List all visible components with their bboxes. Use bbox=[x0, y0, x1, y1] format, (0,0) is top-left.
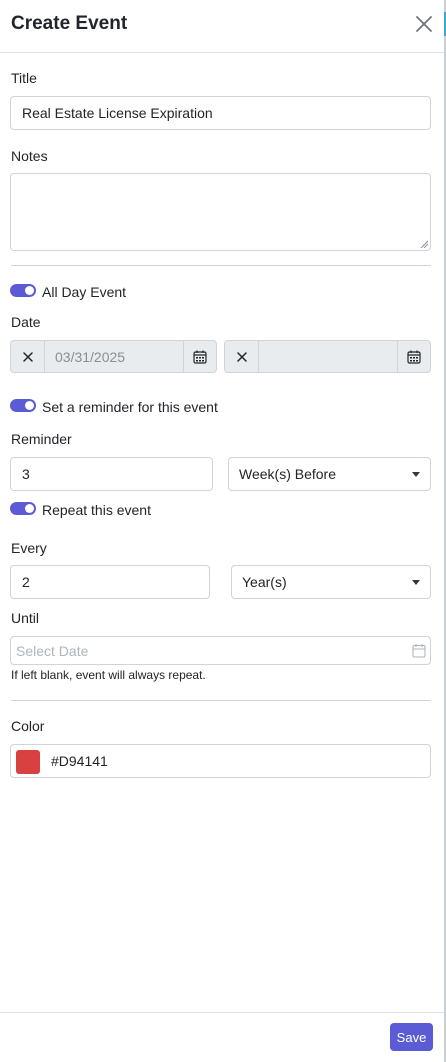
end-date-clear-button[interactable] bbox=[225, 341, 259, 372]
end-date-calendar-button[interactable] bbox=[397, 341, 430, 372]
close-button[interactable] bbox=[414, 14, 434, 34]
all-day-toggle[interactable] bbox=[10, 284, 36, 297]
start-date-value: 03/31/2025 bbox=[55, 348, 126, 365]
reminder-toggle-label: Set a reminder for this event bbox=[42, 399, 218, 415]
date-label: Date bbox=[11, 314, 41, 330]
clear-icon bbox=[22, 351, 33, 362]
notes-textarea[interactable] bbox=[10, 173, 431, 251]
until-placeholder: Select Date bbox=[16, 642, 89, 659]
until-date-input[interactable]: Select Date bbox=[10, 636, 431, 665]
toggle-knob bbox=[25, 401, 34, 410]
end-date-input[interactable] bbox=[259, 341, 397, 372]
reminder-label: Reminder bbox=[11, 431, 72, 447]
calendar-icon bbox=[407, 350, 421, 364]
every-amount-input[interactable]: 2 bbox=[10, 565, 210, 599]
notes-label: Notes bbox=[11, 148, 48, 164]
color-label: Color bbox=[11, 718, 45, 734]
start-date-picker: 03/31/2025 bbox=[10, 340, 217, 373]
toggle-knob bbox=[25, 286, 34, 295]
clear-icon bbox=[236, 351, 247, 362]
title-label: Title bbox=[11, 70, 37, 86]
until-label: Until bbox=[11, 610, 40, 626]
panel-footer: Save bbox=[0, 1012, 444, 1062]
chevron-down-icon bbox=[412, 472, 420, 477]
color-swatch[interactable] bbox=[16, 750, 40, 774]
start-date-input[interactable]: 03/31/2025 bbox=[45, 341, 183, 372]
resize-handle-icon[interactable] bbox=[420, 240, 428, 248]
title-input[interactable]: Real Estate License Expiration bbox=[10, 96, 431, 130]
reminder-unit-select[interactable]: Week(s) Before bbox=[228, 457, 431, 491]
divider bbox=[11, 265, 431, 266]
toggle-knob bbox=[25, 504, 34, 513]
calendar-icon[interactable] bbox=[412, 643, 426, 658]
repeat-toggle[interactable] bbox=[10, 502, 36, 515]
every-unit-select[interactable]: Year(s) bbox=[231, 565, 431, 599]
color-hex-value: #D94141 bbox=[51, 753, 108, 769]
color-picker-field[interactable]: #D94141 bbox=[10, 744, 431, 778]
every-amount-value: 2 bbox=[22, 574, 30, 590]
every-unit-value: Year(s) bbox=[242, 574, 287, 590]
reminder-toggle[interactable] bbox=[10, 399, 36, 412]
divider bbox=[11, 700, 431, 701]
close-icon bbox=[416, 16, 432, 32]
title-input-value: Real Estate License Expiration bbox=[22, 105, 213, 121]
end-date-picker bbox=[224, 340, 431, 373]
until-hint: If left blank, event will always repeat. bbox=[11, 668, 206, 682]
reminder-unit-value: Week(s) Before bbox=[239, 466, 336, 482]
all-day-label: All Day Event bbox=[42, 284, 127, 300]
every-label: Every bbox=[11, 540, 47, 556]
start-date-clear-button[interactable] bbox=[11, 341, 45, 372]
chevron-down-icon bbox=[412, 580, 420, 585]
repeat-toggle-label: Repeat this event bbox=[42, 502, 151, 518]
reminder-amount-input[interactable]: 3 bbox=[10, 457, 213, 491]
page-title: Create Event bbox=[11, 13, 128, 34]
start-date-calendar-button[interactable] bbox=[183, 341, 216, 372]
panel-header: Create Event bbox=[0, 0, 444, 53]
create-event-panel: Create Event Title Real Estate License E… bbox=[0, 0, 446, 1062]
calendar-icon bbox=[193, 350, 207, 364]
reminder-amount-value: 3 bbox=[22, 466, 30, 482]
save-button[interactable]: Save bbox=[390, 1023, 433, 1051]
